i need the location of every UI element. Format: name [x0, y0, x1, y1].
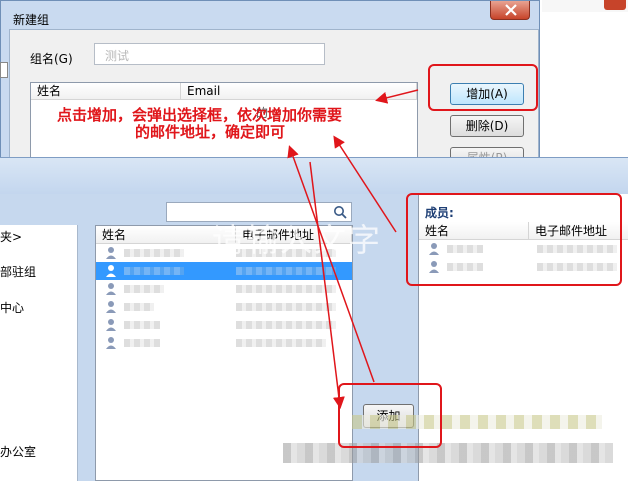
annotation-arrows	[287, 89, 419, 409]
arrow-to-add-button	[375, 89, 419, 104]
arrow-to-add-member	[309, 161, 345, 409]
arrow-from-members-pane	[333, 135, 397, 233]
